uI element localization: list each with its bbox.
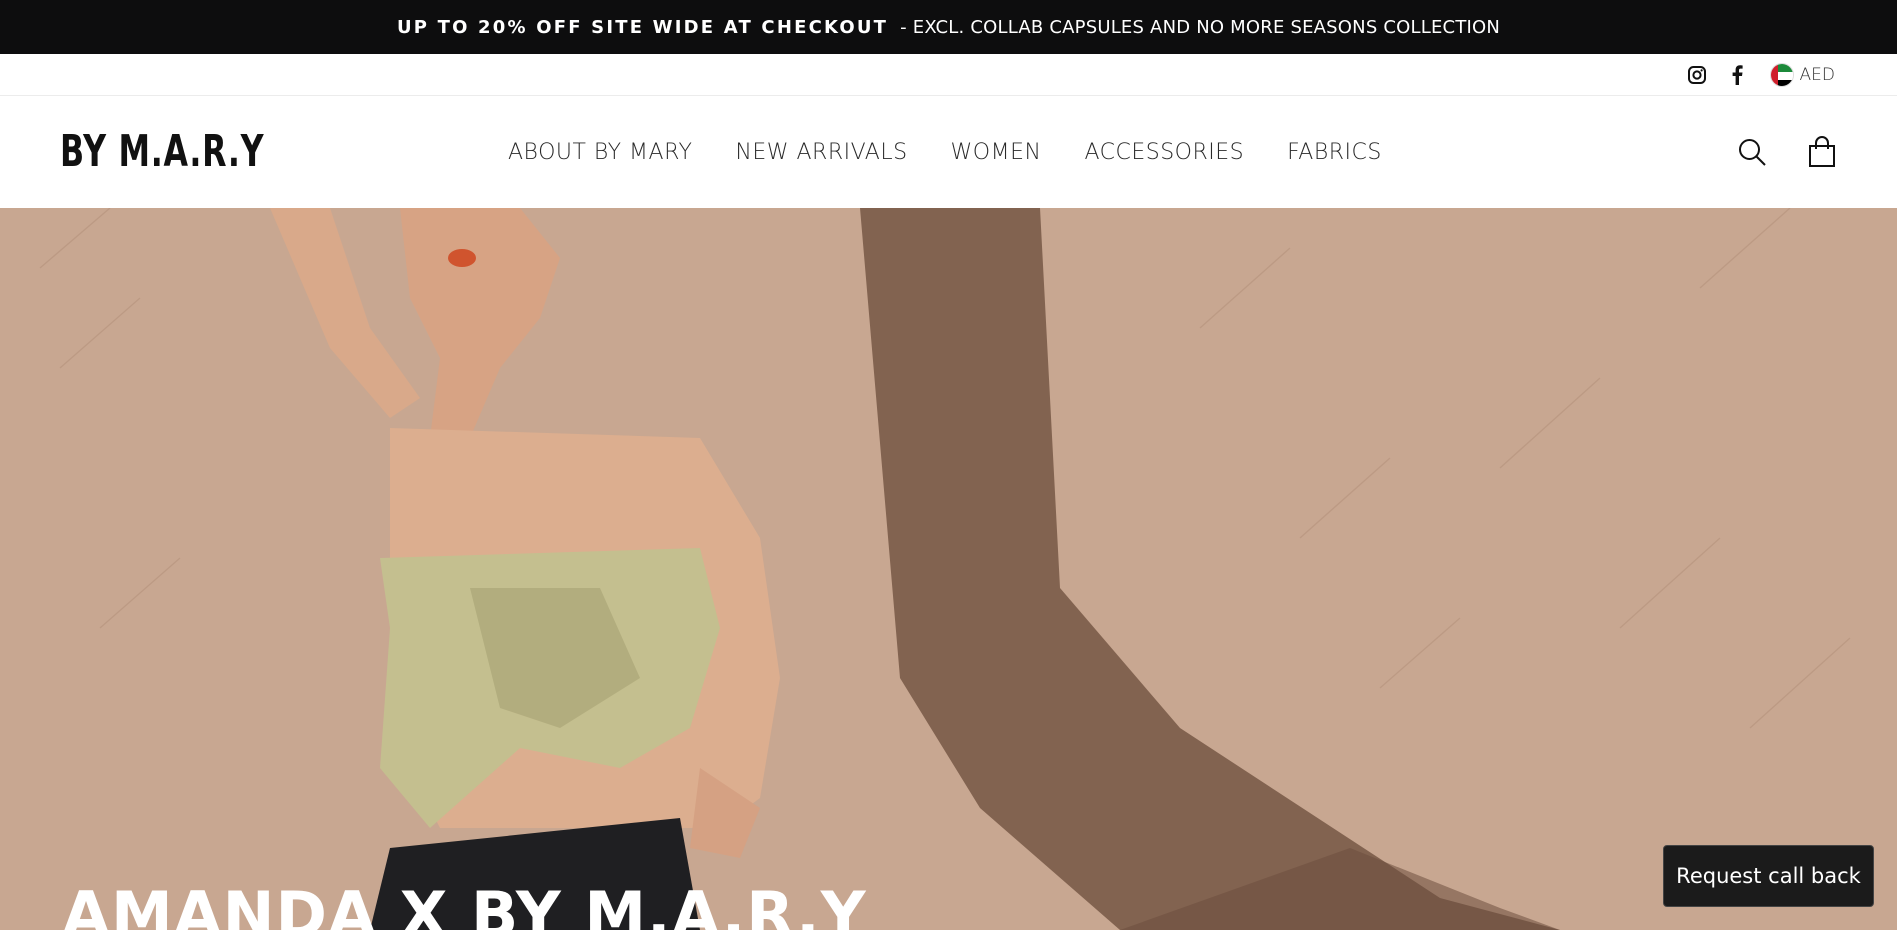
currency-selector[interactable]: AED	[1769, 63, 1835, 87]
hero-banner[interactable]: AMANDA X BY M.A.R.Y	[0, 208, 1897, 930]
nav-item-new-arrivals[interactable]: NEW ARRIVALS	[735, 140, 907, 165]
utility-icons: AED	[1668, 54, 1835, 96]
uae-flag-icon	[1769, 63, 1794, 87]
hero-title: AMANDA X BY M.A.R.Y	[62, 878, 867, 930]
announcement-promo: UP TO 20% OFF SITE WIDE AT CHECKOUT	[396, 16, 889, 38]
utility-bar: AED	[0, 54, 1897, 96]
nav-item-accessories[interactable]: ACCESSORIES	[1084, 140, 1244, 165]
announcement-bar: UP TO 20% OFF SITE WIDE AT CHECKOUT - EX…	[0, 0, 1897, 54]
instagram-icon[interactable]	[1686, 64, 1708, 86]
hero-image	[0, 208, 1897, 930]
nav-item-about-by-mary[interactable]: ABOUT BY MARY	[508, 140, 692, 165]
nav-item-fabrics[interactable]: FABRICS	[1287, 140, 1382, 165]
site-logo[interactable]: BY M.A.R.Y	[60, 126, 264, 177]
header-icons	[1699, 96, 1839, 208]
announcement-exclusions: - EXCL. COLLAB CAPSULES AND NO MORE SEAS…	[900, 16, 1501, 38]
request-call-back-button[interactable]: Request call back	[1663, 845, 1874, 907]
nav-item-women[interactable]: WOMEN	[951, 140, 1042, 165]
search-icon[interactable]	[1735, 135, 1769, 169]
currency-label: AED	[1799, 65, 1835, 85]
site-header: BY M.A.R.Y ABOUT BY MARY NEW ARRIVALS WO…	[0, 96, 1897, 208]
cart-icon[interactable]	[1805, 135, 1839, 169]
main-nav: ABOUT BY MARY NEW ARRIVALS WOMEN ACCESSO…	[508, 96, 1425, 208]
facebook-icon[interactable]	[1726, 64, 1748, 86]
